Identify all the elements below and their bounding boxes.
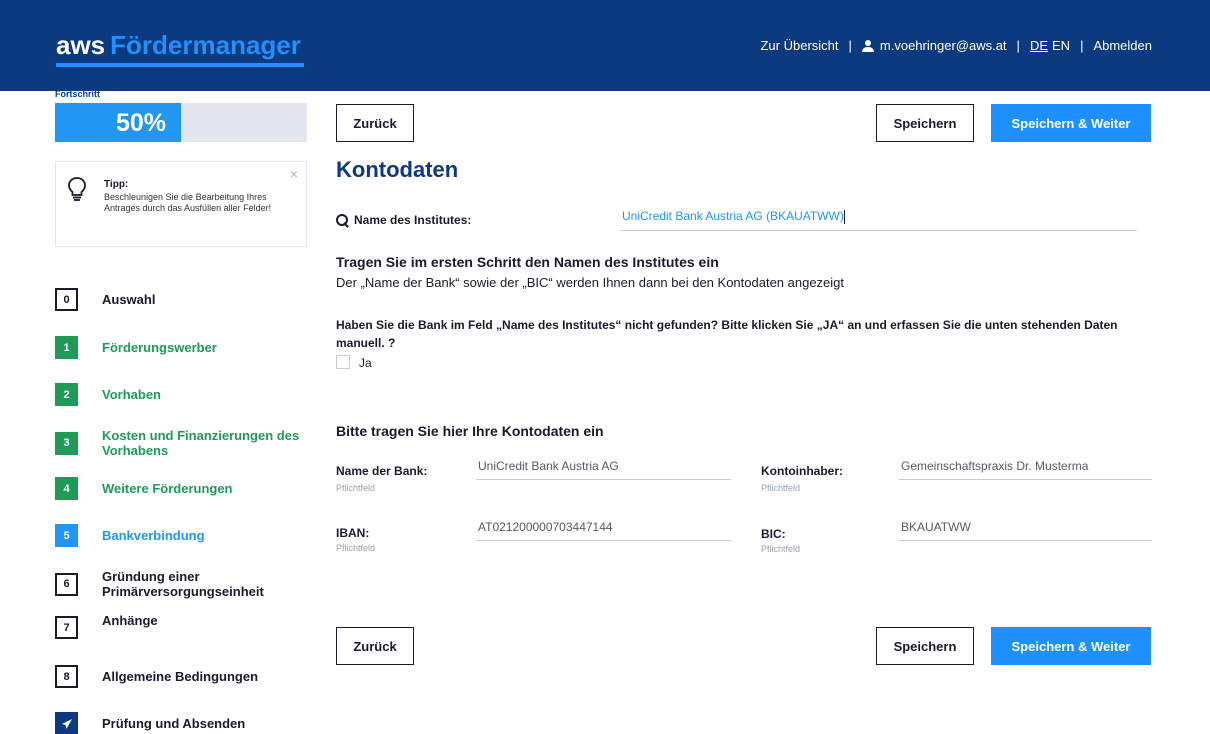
step-label: Weitere Förderungen xyxy=(102,481,233,496)
step-label: Prüfung und Absenden xyxy=(102,716,246,731)
back-button-bottom[interactable]: Zurück xyxy=(336,627,414,665)
progress-bar: 50% xyxy=(55,103,307,142)
step-number: 2 xyxy=(55,383,78,406)
logout-link[interactable]: Abmelden xyxy=(1093,38,1152,53)
step-number: 5 xyxy=(55,524,78,547)
step-label: Kosten und Finanzierungen des Vorhabens xyxy=(102,428,300,458)
lang-de-link[interactable]: DE xyxy=(1030,38,1048,53)
iban-label: IBAN: xyxy=(336,526,370,540)
step-allgemeine-bedingungen[interactable]: 8 Allgemeine Bedingungen xyxy=(55,665,315,688)
step-description: Der „Name der Bank“ sowie der „BIC“ werd… xyxy=(336,275,845,290)
top-header: aws Fördermanager Zur Übersicht | m.voehr… xyxy=(0,0,1210,91)
nav-separator: | xyxy=(1016,38,1020,53)
top-nav: Zur Übersicht | m.voehringer@aws.at | DE… xyxy=(760,38,1152,53)
text-caret xyxy=(843,209,845,224)
logo-product: Fördermanager xyxy=(110,30,301,60)
app-logo[interactable]: aws Fördermanager xyxy=(56,30,301,60)
step-number: 6 xyxy=(55,572,78,596)
search-label-text: Name des Institutes: xyxy=(354,213,472,227)
step-vorhaben[interactable]: 2 Vorhaben xyxy=(55,383,315,406)
save-button-bottom[interactable]: Speichern xyxy=(876,627,974,665)
step-foerderungswerber[interactable]: 1 Förderungswerber xyxy=(55,336,315,359)
step-number: 1 xyxy=(55,336,78,359)
lang-en-link[interactable]: EN xyxy=(1052,38,1070,53)
account-holder-field[interactable]: Gemeinschaftspraxis Dr. Musterma xyxy=(899,459,1152,480)
step-weitere-foerderungen[interactable]: 4 Weitere Förderungen xyxy=(55,477,315,500)
step-number: 4 xyxy=(55,477,78,500)
progress-label: Fortschritt xyxy=(55,90,100,99)
step-label: Anhänge xyxy=(102,613,158,628)
step-auswahl[interactable]: 0 Auswahl xyxy=(55,288,315,311)
step-heading: Tragen Sie im ersten Schritt den Namen d… xyxy=(336,254,719,270)
account-heading: Bitte tragen Sie hier Ihre Kontodaten ei… xyxy=(336,423,604,439)
step-pruefung[interactable]: Prüfung und Absenden xyxy=(55,712,315,734)
logo-brand: aws xyxy=(56,30,106,60)
lightbulb-icon xyxy=(68,177,86,201)
save-button-top[interactable]: Speichern xyxy=(876,104,974,142)
paper-plane-icon xyxy=(55,712,78,734)
step-number: 3 xyxy=(55,431,78,455)
step-label: Förderungswerber xyxy=(102,340,217,355)
step-label: Gründung einer Primärversorgungseinheit xyxy=(102,569,264,599)
user-icon xyxy=(861,39,874,52)
search-input-value: UniCredit Bank Austria AG (BKAUATWW) xyxy=(622,209,844,223)
overview-link[interactable]: Zur Übersicht xyxy=(760,38,838,53)
bic-label: BIC: xyxy=(761,527,786,541)
bank-name-field[interactable]: UniCredit Bank Austria AG xyxy=(476,459,731,480)
save-next-button-bottom[interactable]: Speichern & Weiter xyxy=(991,627,1151,665)
step-label: Allgemeine Bedingungen xyxy=(102,669,259,684)
page-title: Kontodaten xyxy=(336,157,459,182)
holder-label: Kontoinhaber: xyxy=(761,464,843,478)
step-kosten[interactable]: 3 Kosten und Finanzierungen des Vorhaben… xyxy=(55,428,315,458)
bank-name-label: Name der Bank: xyxy=(336,464,428,478)
user-email[interactable]: m.voehringer@aws.at xyxy=(880,38,1007,53)
bic-field[interactable]: BKAUATWW xyxy=(899,520,1152,541)
step-number: 8 xyxy=(55,665,78,688)
bic-hint: Pflichtfeld xyxy=(761,544,801,554)
manual-entry-checkbox[interactable] xyxy=(336,355,350,369)
close-icon[interactable]: × xyxy=(290,166,298,182)
back-button-top[interactable]: Zurück xyxy=(336,104,414,142)
holder-hint: Pflichtfeld xyxy=(761,483,801,493)
bank-name-hint: Pflichtfeld xyxy=(336,483,376,493)
search-label: Name des Institutes: xyxy=(336,213,471,227)
iban-field[interactable]: AT021200000703447144 xyxy=(476,520,731,541)
step-label: Auswahl xyxy=(102,292,156,307)
nav-separator: | xyxy=(1080,38,1084,53)
checkbox-label[interactable]: Ja xyxy=(359,356,372,370)
logo-underline xyxy=(56,63,304,67)
tip-box: × Tipp: Beschleunigen Sie die Bearbeitun… xyxy=(55,161,307,247)
step-number: 7 xyxy=(55,616,78,639)
step-label: Bankverbindung xyxy=(102,528,205,543)
iban-hint: Pflichtfeld xyxy=(336,543,376,553)
step-label: Vorhaben xyxy=(102,387,161,402)
step-gruendung[interactable]: 6 Gründung einer Primärversorgungseinhei… xyxy=(55,569,315,599)
progress-text: 50% xyxy=(116,109,167,137)
step-anhaenge[interactable]: 7 Anhänge xyxy=(55,613,315,639)
send-icon xyxy=(61,718,72,729)
step-bankverbindung[interactable]: 5 Bankverbindung xyxy=(55,524,315,547)
search-icon xyxy=(336,213,349,227)
tip-title: Tipp: xyxy=(104,179,129,190)
manual-entry-question: Haben Sie die Bank im Feld „Name des Ins… xyxy=(336,318,1118,350)
institute-search-input[interactable]: UniCredit Bank Austria AG (BKAUATWW) xyxy=(620,207,1137,231)
step-number: 0 xyxy=(55,288,78,311)
save-next-button-top[interactable]: Speichern & Weiter xyxy=(991,104,1151,142)
nav-separator: | xyxy=(848,38,852,53)
tip-text: Beschleunigen Sie die Bearbeitung Ihres … xyxy=(104,192,272,213)
